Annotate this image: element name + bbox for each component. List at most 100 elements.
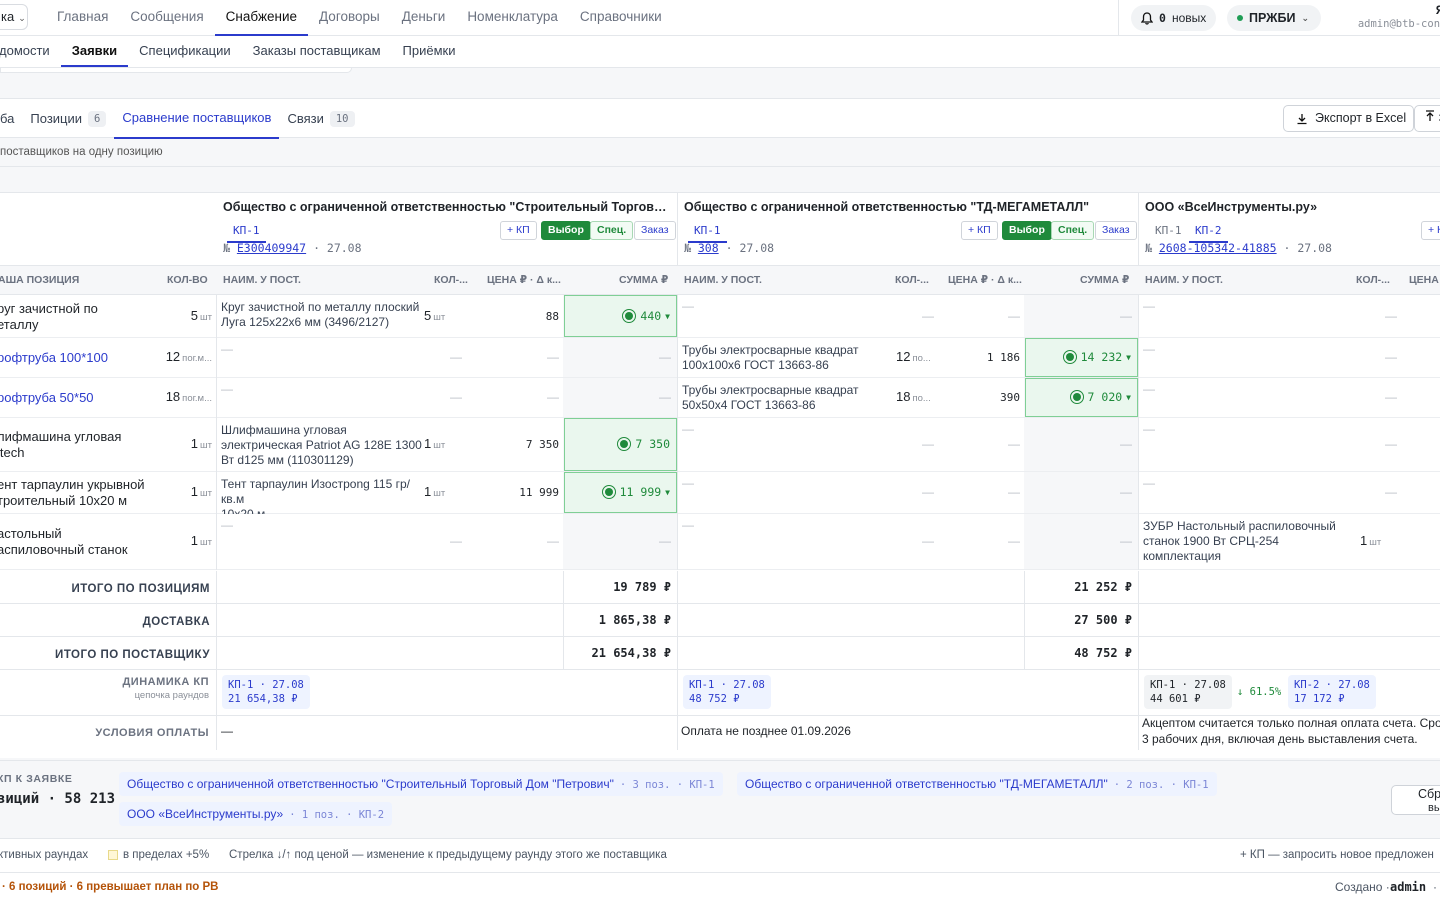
order-button[interactable]: Заказ: [634, 221, 676, 240]
position-name-line: аспиловочный станок: [0, 542, 128, 557]
export-excel-button[interactable]: Экспорт в Excel: [1283, 105, 1414, 132]
col-supplier-qty: КОЛ-...: [434, 274, 468, 286]
tab-supplier-comparison[interactable]: Сравнение поставщиков: [114, 99, 280, 139]
kp-summary: КП К ЗАЯВКЕ зиций · 58 213 Общество с ог…: [0, 760, 1440, 838]
supplier-qty-value: 1: [424, 436, 432, 451]
user-name: Яро: [1339, 3, 1440, 17]
payment-terms-row: УСЛОВИЯ ОПЛАТЫ — Оплата не позднее 01.09.2…: [0, 716, 1440, 750]
supplier-qty: 1 шт: [1360, 533, 1398, 548]
doc-number-link[interactable]: 2608-105342-41885: [1159, 241, 1277, 255]
column-divider: [677, 637, 678, 670]
upload-icon: [1426, 110, 1434, 121]
notifications-button[interactable]: 0 новых: [1131, 5, 1217, 31]
add-kp-button[interactable]: + КП: [961, 221, 998, 240]
chip-name: Общество с ограниченной ответственностью…: [745, 777, 1108, 791]
winning-sum-cell[interactable]: 11 999 ▼: [564, 472, 677, 513]
summary-chip-supplier-2[interactable]: Общество с ограниченной ответственностью…: [737, 772, 1217, 796]
doc-number-link[interactable]: Е300409947: [237, 241, 306, 255]
nav-money[interactable]: Деньги: [391, 0, 457, 36]
qty-value: 1: [190, 436, 199, 451]
supplier-item-name: Круг зачистной по металлу плоский Луга 12…: [221, 300, 426, 330]
legend-active-rounds: ктивных раундах: [0, 849, 89, 861]
nav-home[interactable]: Главная: [46, 0, 119, 36]
subnav-statements[interactable]: домости: [0, 36, 61, 67]
empty-qty-dash: —: [450, 350, 462, 364]
dynamics-chip-supplier-2[interactable]: КП-1 · 27.08 48 752 ₽: [683, 675, 771, 709]
empty-offer-dash: —: [221, 342, 233, 356]
position-name-line: астольный: [0, 526, 62, 541]
subnav-receipts[interactable]: Приёмки: [392, 36, 467, 67]
notif-label: новых: [1171, 11, 1207, 25]
dynamics-chip-supplier-3-kp1[interactable]: КП-1 · 27.08 44 601 ₽: [1144, 675, 1232, 709]
kp-tab[interactable]: КП-2: [1189, 221, 1228, 243]
subnav-specifications[interactable]: Спецификации: [128, 36, 242, 67]
choose-button[interactable]: Выбор: [541, 221, 591, 240]
legend-within-5: в пределах +5%: [123, 849, 210, 861]
legend-bar: ктивных раундах в пределах +5% Стрелка ↓…: [0, 838, 1440, 872]
winning-sum-cell[interactable]: 7 020 ▼: [1025, 378, 1138, 417]
subnav-supplier-orders[interactable]: Заказы поставщикам: [242, 36, 392, 67]
empty-qty-dash: —: [922, 309, 934, 323]
summary-chip-supplier-3[interactable]: ООО «ВсеИнструменты.ру» · 1 поз. · КП-2: [119, 802, 393, 826]
supplier-name: Общество с ограниченной ответственностью…: [684, 200, 1090, 214]
position-name[interactable]: рофтруба 50*50: [0, 390, 157, 406]
column-divider: [216, 418, 217, 472]
send-selection-button[interactable]: Сбр вь: [1391, 785, 1440, 815]
col-sum: СУММА ₽: [619, 274, 669, 286]
supplier-item-name-line: 50х50х4 ГОСТ 13663-86: [682, 398, 816, 412]
tab-positions[interactable]: Позиции 6: [22, 99, 114, 139]
tab-links[interactable]: Связи 10: [279, 99, 362, 139]
column-divider: [216, 295, 217, 338]
org-switch[interactable]: ПРЖБИ ⌄: [1227, 5, 1321, 31]
supplier-item-name-line: Шлифмашина угловая: [221, 423, 347, 437]
supplier-doc-line: № Е300409947 · 27.08: [223, 241, 362, 255]
supplier-qty: 1 шт: [424, 436, 462, 451]
sum-amount: 440: [640, 309, 662, 323]
add-kp-button[interactable]: + КП: [500, 221, 537, 240]
col-supplier-qty: КОЛ-...: [1356, 274, 1390, 286]
kp-tab[interactable]: КП-1: [1149, 221, 1188, 241]
dynamics-delta: ↓ 61.5%: [1237, 686, 1282, 698]
nav-nomenclature[interactable]: Номенклатура: [456, 0, 569, 36]
notif-count: 0: [1159, 11, 1166, 25]
empty-offer-dash: —: [1143, 476, 1155, 490]
col-supplier-qty: КОЛ-...: [895, 274, 929, 286]
add-kp-button[interactable]: + К: [1421, 221, 1440, 240]
column-divider: [677, 295, 678, 338]
kp-tab[interactable]: КП-1: [688, 221, 727, 243]
user-info[interactable]: Яро admin@btb-constr: [1339, 3, 1440, 31]
nav-supply[interactable]: Снабжение: [214, 0, 309, 36]
dropdown-arrow-icon: ▼: [665, 311, 670, 321]
upload-button[interactable]: Э: [1414, 105, 1440, 132]
doc-number-link[interactable]: 308: [698, 241, 719, 255]
dynamics-chip-supplier-1[interactable]: КП-1 · 27.08 21 654,38 ₽: [222, 675, 310, 709]
column-divider: [216, 514, 217, 570]
org-selector[interactable]: ка ⌄: [0, 4, 28, 30]
col-price: ЦЕНА ₽ · Δ к...: [948, 274, 1022, 286]
empty-sum-dash: —: [1120, 485, 1132, 499]
dynamics-chip-supplier-3-kp2[interactable]: КП-2 · 27.08 17 172 ₽: [1288, 675, 1376, 709]
empty-offer-dash: —: [1143, 299, 1155, 313]
position-name[interactable]: рофтруба 100*100: [0, 350, 157, 366]
col-supplier-name: НАИМ. У ПОСТ.: [223, 274, 301, 286]
nav-messages[interactable]: Сообщения: [119, 0, 214, 36]
spec-button[interactable]: Спец.: [1051, 221, 1095, 240]
winning-sum-cell[interactable]: 440 ▼: [564, 295, 677, 337]
supplier-qty-unit: шт: [433, 312, 446, 323]
nav-references[interactable]: Справочники: [569, 0, 673, 36]
choose-button[interactable]: Выбор: [1002, 221, 1052, 240]
tab-cut[interactable]: ба: [0, 99, 22, 139]
dyn-chip-line2: 21 654,38 ₽: [228, 693, 298, 705]
top-right-area: 0 новых ПРЖБИ ⌄ Яро admin@btb-constr: [1118, 0, 1440, 36]
spec-button[interactable]: Спец.: [590, 221, 634, 240]
winning-sum-cell[interactable]: 7 350: [564, 418, 677, 471]
nav-contracts[interactable]: Договоры: [308, 0, 391, 36]
subnav-requests[interactable]: Заявки: [60, 36, 129, 67]
kp-tab[interactable]: КП-1: [227, 221, 266, 243]
empty-qty-dash: —: [1385, 309, 1397, 323]
table-row: лифмашина угловаяitech1штШлифмашина угло…: [0, 418, 1440, 472]
order-button[interactable]: Заказ: [1095, 221, 1137, 240]
summary-chip-supplier-1[interactable]: Общество с ограниченной ответственностью…: [119, 772, 723, 796]
winning-sum-cell[interactable]: 14 232 ▼: [1025, 338, 1138, 377]
empty-sum-dash: —: [659, 534, 671, 548]
